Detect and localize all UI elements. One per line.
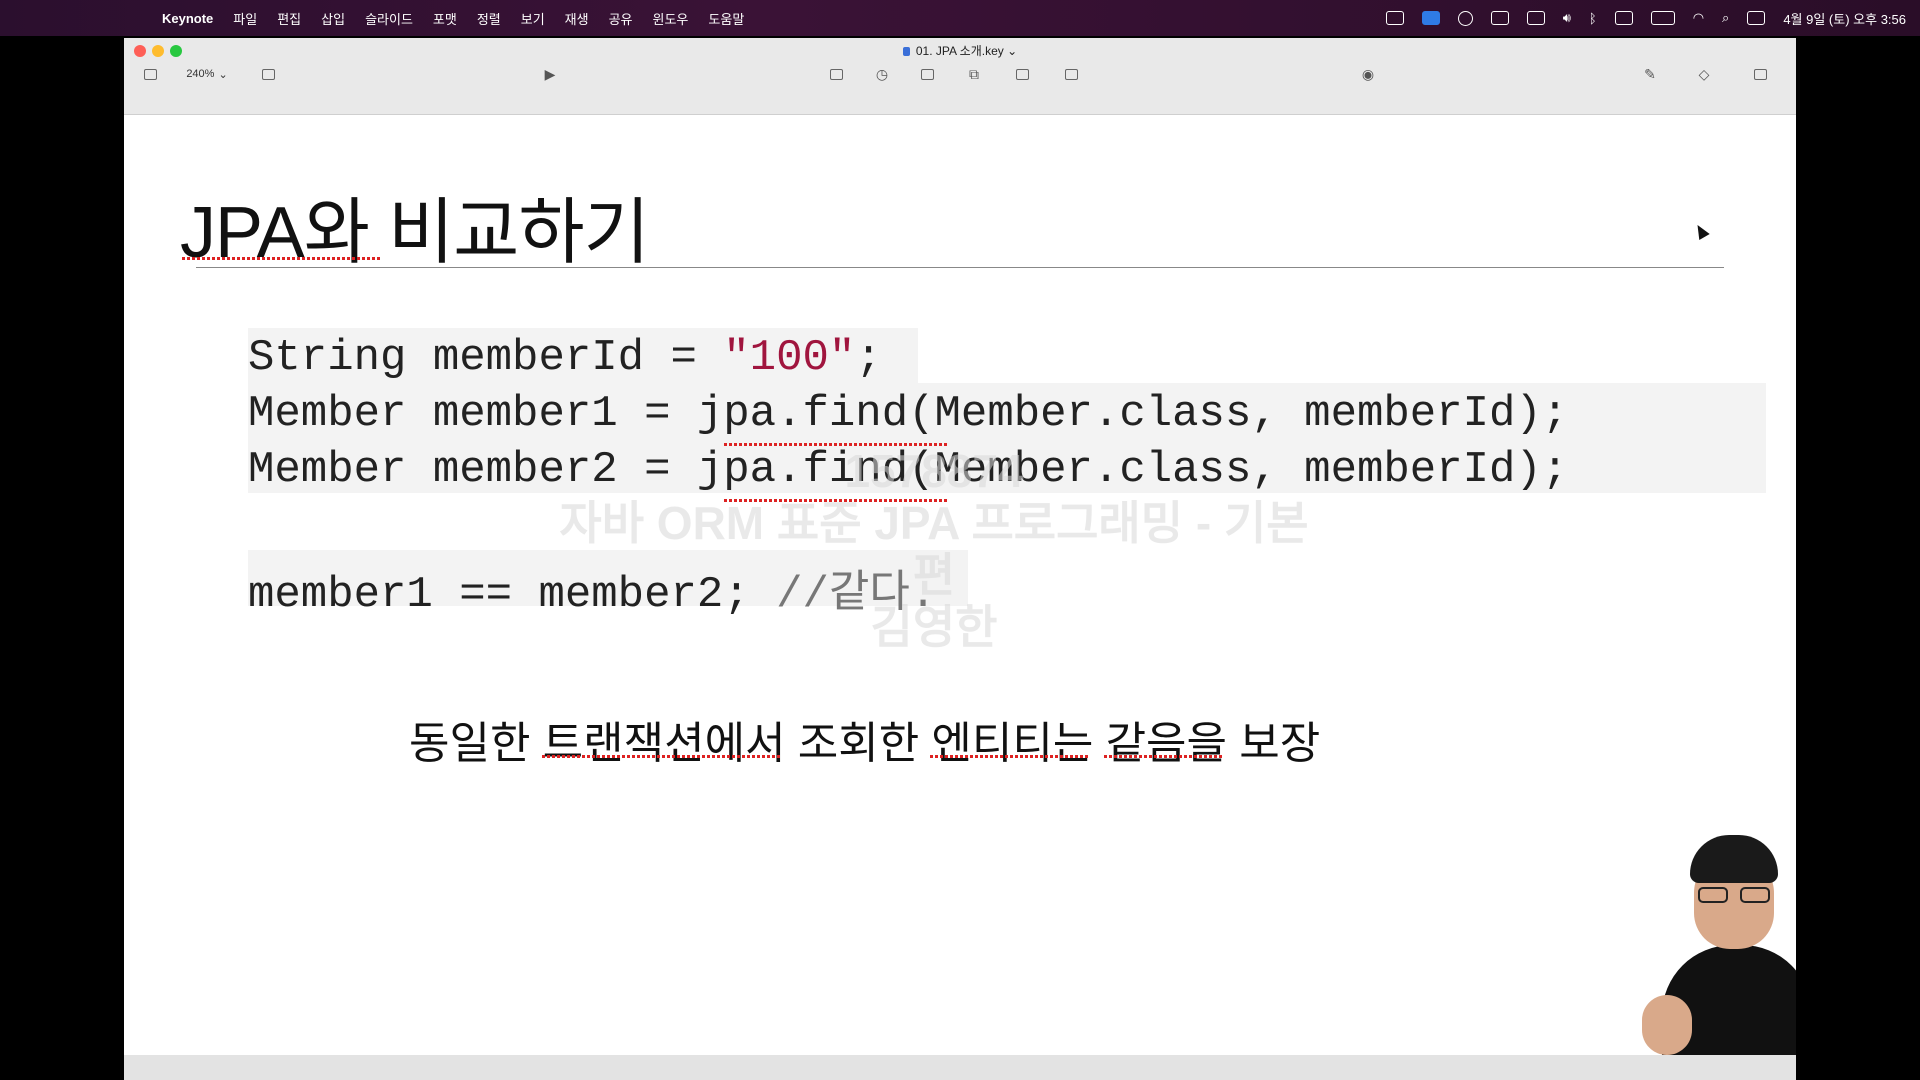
play-button[interactable]: ▶	[540, 63, 560, 85]
spellcheck-underline	[182, 257, 380, 260]
document-icon	[902, 47, 910, 56]
sidebar-icon	[143, 68, 157, 80]
text-box-icon	[920, 68, 934, 80]
chart-icon: ◷	[875, 65, 889, 82]
document-title-text: 01. JPA 소개.key	[915, 44, 1004, 58]
title-divider	[196, 267, 1724, 268]
watermark-course: 자바 ORM 표준 JPA 프로그래밍 - 기본편	[559, 497, 1309, 601]
menu-file[interactable]: 파일	[233, 9, 257, 28]
menu-bar: Keynote 파일 편집 삽입 슬라이드 포맷 정렬 보기 재생 공유 윈도우…	[0, 0, 1920, 36]
chevron-down-icon: ⌄	[1007, 44, 1018, 58]
text-button[interactable]	[917, 63, 937, 85]
comment-button[interactable]	[1061, 63, 1081, 85]
code-text: String memberId =	[248, 333, 724, 383]
app-status-icon[interactable]	[1421, 11, 1440, 25]
input-source-icon[interactable]	[1614, 11, 1633, 25]
code-line-1[interactable]: String memberId = "100";	[248, 333, 882, 383]
collaborate-icon: ◉	[1361, 65, 1375, 82]
menu-arrange[interactable]: 정렬	[477, 9, 501, 28]
collaborate-button[interactable]: ◉	[1358, 63, 1378, 85]
font-icon[interactable]	[1490, 11, 1509, 25]
presenter-hair	[1690, 835, 1778, 883]
shape-icon: ⧉	[969, 65, 979, 82]
menu-play[interactable]: 재생	[565, 9, 589, 28]
menu-share[interactable]: 공유	[609, 9, 633, 28]
paintbrush-icon: ✎	[1644, 65, 1656, 82]
format-button[interactable]: ✎	[1640, 63, 1660, 85]
watermark-id: 1578874	[844, 445, 1024, 497]
add-slide-icon	[261, 68, 275, 80]
code-text: ;	[855, 333, 882, 383]
document-title[interactable]: 01. JPA 소개.key ⌄	[124, 42, 1796, 59]
canvas-bottom-bar	[124, 1055, 1796, 1080]
menu-help[interactable]: 도움말	[708, 9, 744, 28]
presenter-glasses	[1698, 887, 1770, 905]
watermark: 1578874 자바 ORM 표준 JPA 프로그래밍 - 기본편 김영한	[554, 445, 1314, 653]
zoom-select[interactable]: 240% ⌄	[180, 64, 234, 84]
spellcheck-underline	[1104, 755, 1222, 758]
menu-view[interactable]: 보기	[521, 9, 545, 28]
spellcheck-underline	[542, 755, 782, 758]
media-button[interactable]	[1012, 63, 1032, 85]
presenter-video	[1642, 835, 1796, 1055]
menu-window[interactable]: 윈도우	[653, 9, 689, 28]
image-icon	[1015, 68, 1029, 80]
code-line-2[interactable]: Member member1 = jpa.find(Member.class, …	[248, 389, 1568, 439]
string-literal: "100"	[723, 333, 856, 383]
slide-canvas[interactable]: JPA와 비교하기 String memberId = "100"; Membe…	[124, 115, 1796, 1055]
animate-button[interactable]: ◇	[1694, 63, 1714, 85]
document-inspector-icon	[1753, 68, 1767, 80]
slide-title[interactable]: JPA와 비교하기	[180, 173, 650, 278]
menu-edit[interactable]: 편집	[277, 9, 301, 28]
globe-icon[interactable]	[1457, 10, 1473, 26]
menu-bar-tray: 🔊︎ ᛒ ◠ ⌕ 4월 9일 (토) 오후 3:56	[1385, 0, 1906, 36]
play-icon: ▶	[544, 65, 556, 82]
comment-icon	[1064, 68, 1078, 80]
menu-insert[interactable]: 삽입	[321, 9, 345, 28]
mouse-cursor	[1692, 221, 1710, 241]
diamond-icon: ◇	[1698, 65, 1710, 82]
table-button[interactable]	[826, 63, 846, 85]
watermark-author: 김영한	[870, 601, 998, 653]
table-icon	[829, 68, 843, 80]
window-grid-icon[interactable]	[1526, 11, 1545, 25]
chevron-down-icon: ⌄	[218, 68, 228, 81]
add-slide-button[interactable]	[258, 63, 278, 85]
clock-datetime[interactable]: 4월 9일 (토) 오후 3:56	[1783, 9, 1906, 28]
volume-icon[interactable]: 🔊︎	[1563, 10, 1571, 26]
menu-bar-left: Keynote 파일 편집 삽입 슬라이드 포맷 정렬 보기 재생 공유 윈도우…	[0, 9, 744, 28]
bluetooth-icon[interactable]: ᛒ	[1589, 11, 1597, 26]
chart-button[interactable]: ◷	[872, 63, 892, 85]
presenter-hand	[1642, 995, 1692, 1055]
spotlight-search-icon[interactable]: ⌕	[1722, 10, 1729, 26]
sidebar-toggle-button[interactable]	[140, 63, 160, 85]
shape-button[interactable]: ⧉	[964, 63, 984, 85]
camera-icon[interactable]	[1385, 11, 1404, 25]
menu-format[interactable]: 포맷	[433, 9, 457, 28]
slide-note[interactable]: 동일한 트랜잭션에서 조회한 엔티티는 같음을 보장	[409, 707, 1320, 771]
wifi-icon[interactable]: ◠	[1693, 10, 1704, 26]
document-button[interactable]	[1750, 63, 1770, 85]
menu-slide[interactable]: 슬라이드	[365, 9, 413, 28]
control-center-icon[interactable]	[1747, 11, 1766, 25]
keynote-window: 01. JPA 소개.key ⌄ 240% ⌄ ▶ ◷ ⧉ ◉ ✎ ◇ JPA와 …	[124, 38, 1796, 1080]
title-bar: 01. JPA 소개.key ⌄ 240% ⌄ ▶ ◷ ⧉ ◉ ✎ ◇	[124, 38, 1796, 115]
app-menu-keynote[interactable]: Keynote	[162, 11, 213, 26]
battery-icon[interactable]	[1650, 11, 1675, 25]
spellcheck-underline	[930, 755, 1088, 758]
zoom-value: 240%	[186, 68, 215, 80]
